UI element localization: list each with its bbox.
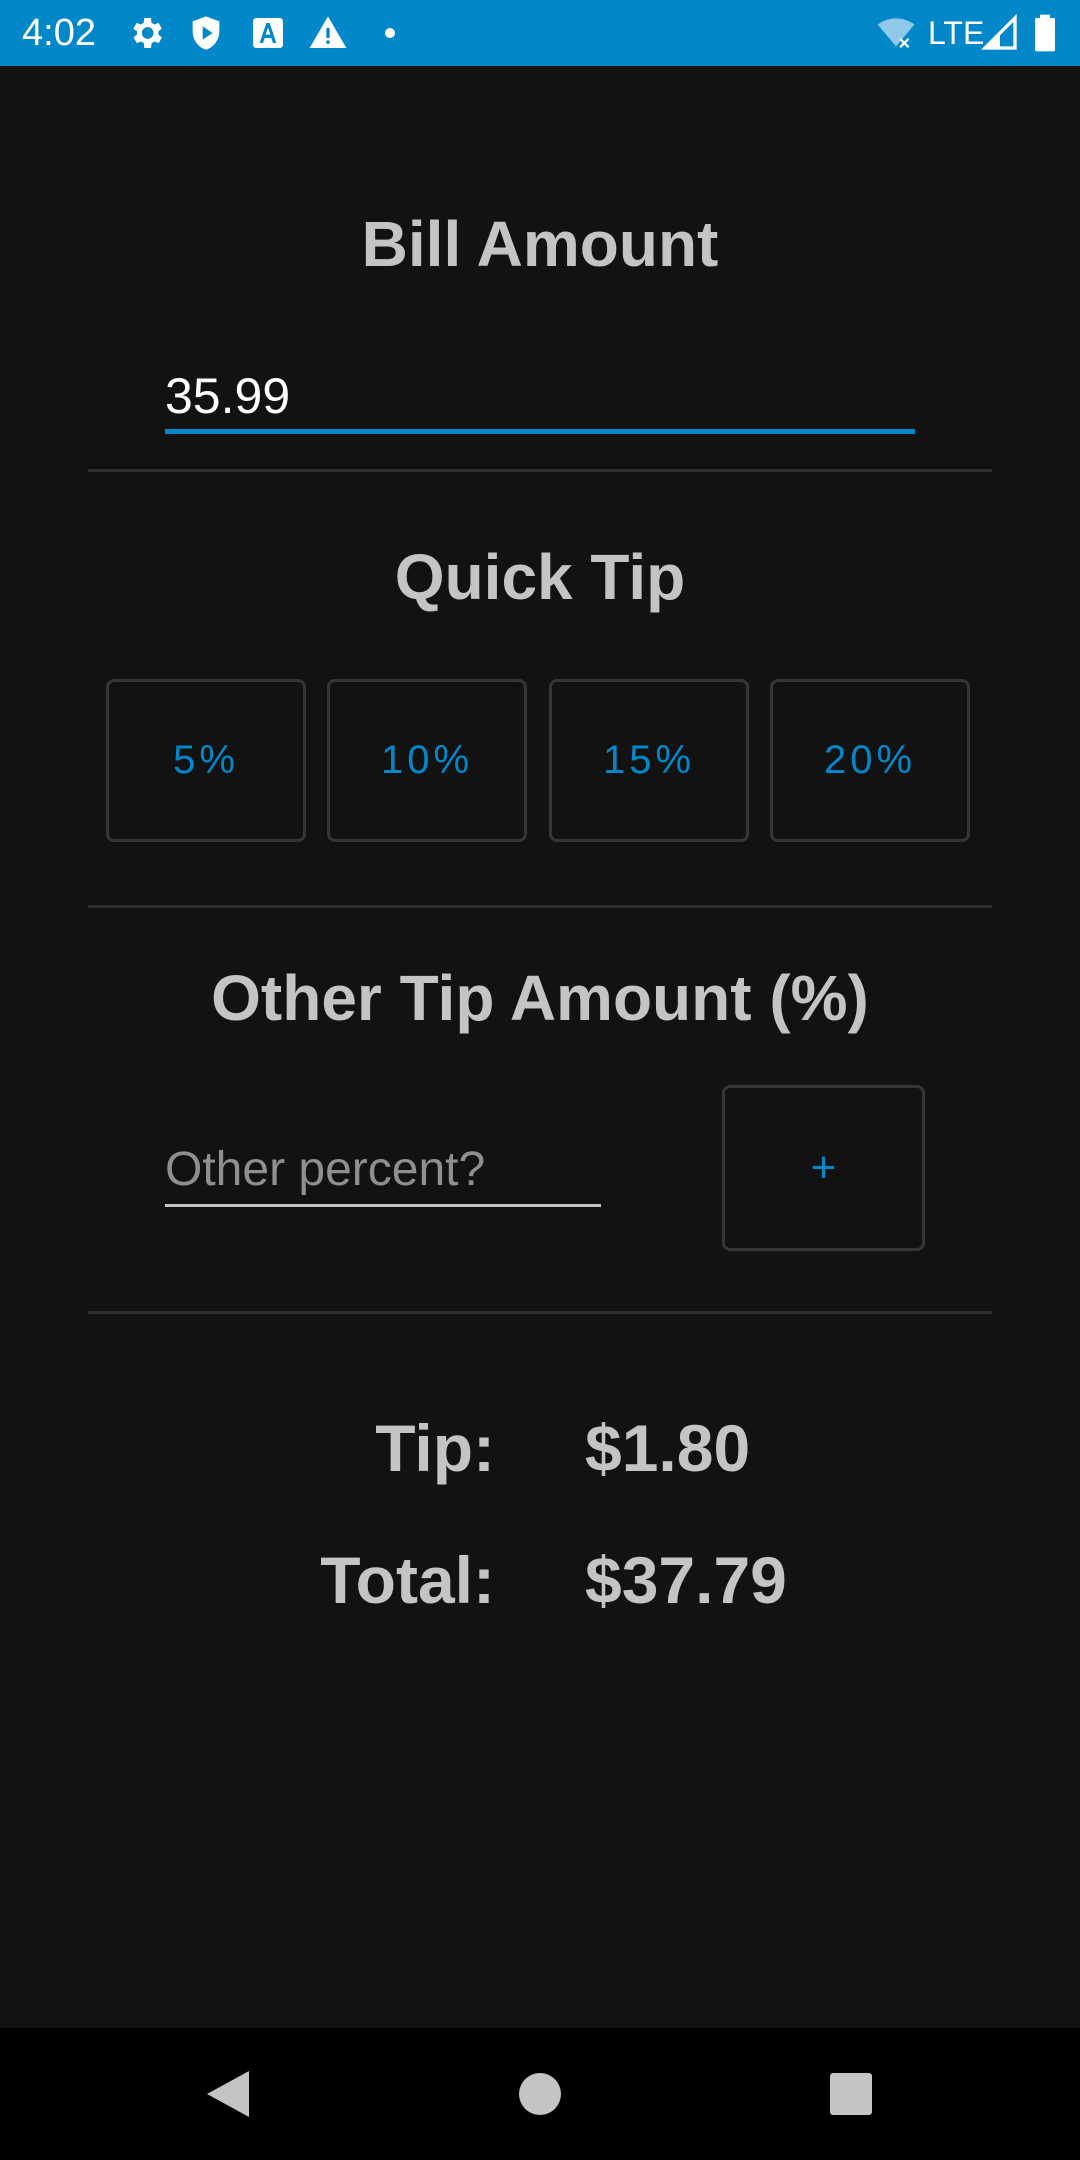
bill-amount-title: Bill Amount — [361, 208, 719, 280]
bill-input-underline — [165, 429, 915, 434]
tip-10-button[interactable]: 10% — [327, 679, 527, 842]
recents-icon[interactable] — [811, 2054, 891, 2134]
back-icon[interactable] — [188, 2054, 268, 2134]
tip-15-button[interactable]: 15% — [549, 679, 749, 842]
network-type: LTE — [928, 15, 985, 51]
total-value: $37.79 — [585, 1543, 787, 1617]
tip-5-button[interactable]: 5% — [106, 679, 306, 842]
font-a-icon — [248, 13, 288, 53]
divider — [88, 905, 992, 908]
total-label: Total: — [320, 1543, 495, 1617]
gear-icon — [126, 13, 166, 53]
home-icon[interactable] — [500, 2054, 580, 2134]
shield-icon — [186, 13, 226, 53]
status-time: 4:02 — [22, 12, 96, 54]
dot-icon — [370, 13, 410, 53]
status-bar: 4:02 LTE — [0, 0, 1080, 66]
tip-value: $1.80 — [585, 1411, 751, 1485]
navigation-bar — [0, 2028, 1080, 2160]
other-percent-input[interactable]: Other percent? — [165, 1130, 601, 1210]
wifi-off-icon — [874, 13, 915, 53]
divider — [88, 469, 992, 472]
tip-20-button[interactable]: 20% — [770, 679, 970, 842]
other-input-underline — [165, 1204, 601, 1207]
warning-icon — [308, 13, 348, 53]
signal-icon — [980, 13, 1020, 53]
other-tip-title: Other Tip Amount (%) — [211, 962, 869, 1034]
add-other-tip-button[interactable]: + — [722, 1085, 925, 1251]
battery-icon — [1030, 13, 1070, 53]
tip-label: Tip: — [375, 1411, 495, 1485]
bill-amount-input[interactable]: 35.99 — [165, 356, 915, 436]
quick-tip-title: Quick Tip — [394, 541, 686, 613]
divider — [88, 1311, 992, 1314]
